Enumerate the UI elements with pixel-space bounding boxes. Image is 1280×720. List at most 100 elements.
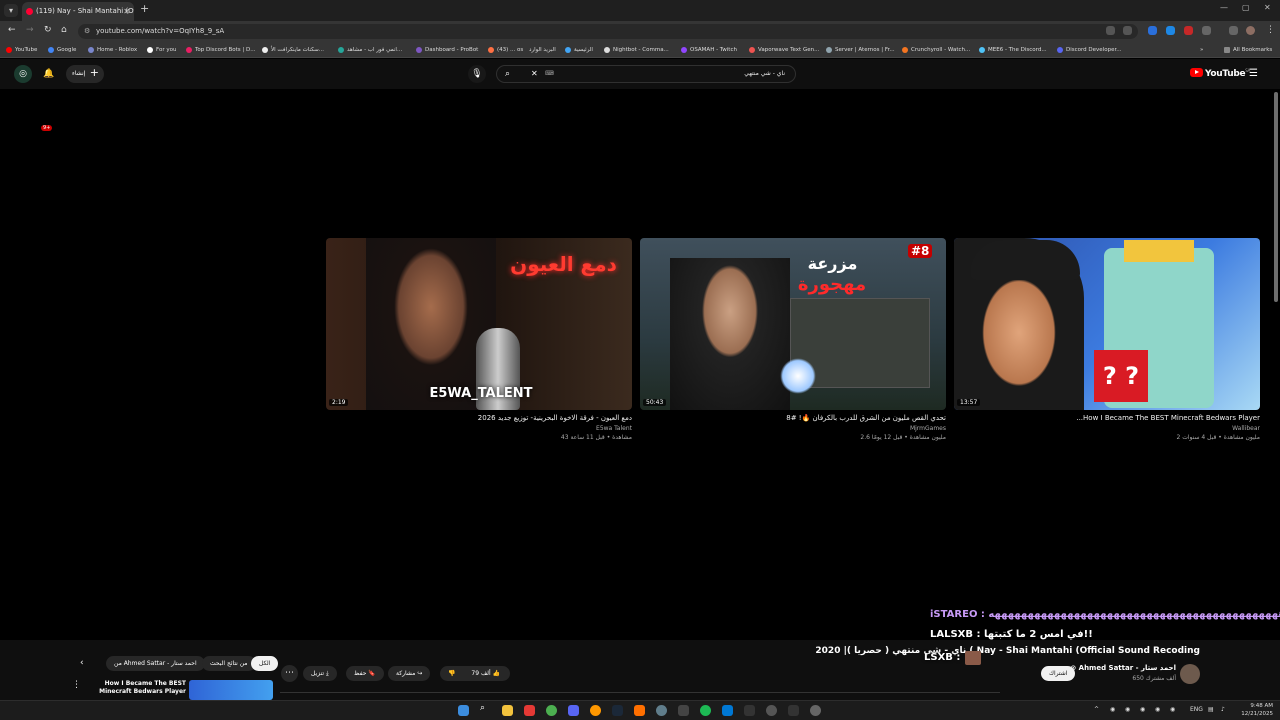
extension-icon[interactable] <box>1148 26 1157 35</box>
clock[interactable]: 9:48 AM 12/21/2025 <box>1233 702 1273 718</box>
voice-search-icon[interactable]: 🎙 <box>468 65 486 83</box>
start-icon[interactable] <box>458 705 469 716</box>
bookmark-item[interactable]: Dashboard - ProBot <box>416 44 478 56</box>
bookmark-overflow-button[interactable]: » <box>1200 44 1203 56</box>
video-card[interactable]: مزرعة مهجورة #8 50:43 تحدي القص مليون من… <box>640 238 946 441</box>
window-close-button[interactable]: ✕ <box>1264 3 1271 12</box>
site-info-icon[interactable]: ⚙ <box>84 24 90 39</box>
active-tab[interactable]: (119) Nay - Shai Mantahi (Offic ✕ <box>22 2 134 21</box>
steam-icon[interactable] <box>612 705 623 716</box>
app-icon[interactable] <box>634 705 645 716</box>
app-icon[interactable] <box>810 705 821 716</box>
youtube-logo[interactable]: YouTubeSA <box>1190 68 1250 79</box>
bookmark-item[interactable]: MEE6 - The Discord... <box>979 44 1047 56</box>
video-thumbnail[interactable]: دمع العيون E5WA_TALENT 2:19 <box>326 238 632 410</box>
app-icon[interactable] <box>678 705 689 716</box>
language-indicator[interactable]: ENG <box>1190 706 1203 713</box>
app-icon[interactable] <box>744 705 755 716</box>
bookmark-item[interactable]: Server | Aternos | Fr... <box>826 44 895 56</box>
like-icon[interactable]: 👍 <box>493 670 500 677</box>
extension-avatar-icon[interactable]: ◎ <box>14 65 32 83</box>
video-card[interactable]: ? ? 13:57 ...How I Became The BEST Minec… <box>954 238 1260 441</box>
minimize-button[interactable]: — <box>1220 3 1228 12</box>
page-scrollbar[interactable] <box>1274 92 1278 302</box>
volume-icon[interactable]: ♪ <box>1221 706 1225 713</box>
video-channel[interactable]: MjrmGames <box>640 425 946 432</box>
video-title[interactable]: تحدي القص مليون من الشرق للدرب بالكرفان … <box>640 414 946 422</box>
file-explorer-icon[interactable] <box>502 705 513 716</box>
back-icon[interactable]: ← <box>8 25 16 35</box>
bookmark-item[interactable]: Nightbot - Comma... <box>604 44 669 56</box>
create-button[interactable]: إنشاء + <box>66 65 104 83</box>
chevron-left-icon[interactable]: ‹ <box>80 658 84 668</box>
tray-app-icon[interactable]: ◉ <box>1125 706 1130 713</box>
tray-app-icon[interactable]: ◉ <box>1110 706 1115 713</box>
up-next-title[interactable]: How I Became The BEST Minecraft Bedwars … <box>98 680 186 696</box>
clear-search-icon[interactable]: ✕ <box>531 66 538 82</box>
tray-app-icon[interactable]: ◉ <box>1140 706 1145 713</box>
video-channel[interactable]: Wallibear <box>954 425 1260 432</box>
share-button[interactable]: مشاركة ↪ <box>388 666 431 681</box>
tray-app-icon[interactable]: ◉ <box>1170 706 1175 713</box>
up-next-thumbnail[interactable] <box>189 680 273 700</box>
video-card[interactable]: دمع العيون E5WA_TALENT 2:19 دمع العيون -… <box>326 238 632 441</box>
download-button[interactable]: تنزيل ⤓ <box>303 666 337 681</box>
reload-icon[interactable]: ↻ <box>44 25 52 35</box>
dislike-icon[interactable]: 👎 <box>448 670 455 677</box>
chip-search-results[interactable]: من نتائج البحث <box>202 656 256 671</box>
bookmark-item[interactable]: YouTube <box>6 44 37 56</box>
bookmark-item[interactable]: For you <box>147 44 176 56</box>
video-thumbnail[interactable]: مزرعة مهجورة #8 50:43 <box>640 238 946 410</box>
chip-all[interactable]: الكل <box>251 656 279 671</box>
tab-search-button[interactable]: ▾ <box>4 4 18 17</box>
chrome-icon[interactable] <box>546 705 557 716</box>
close-tab-icon[interactable]: ✕ <box>123 2 130 21</box>
app-icon[interactable] <box>656 705 667 716</box>
bookmark-item[interactable]: Google <box>48 44 76 56</box>
video-title[interactable]: دمع العيون - فرقة الاخوة البحرينية- توزي… <box>326 414 632 422</box>
bookmark-item[interactable]: سكنات ماينكرافت الأ... <box>262 44 324 56</box>
sidebar-icon[interactable] <box>1229 26 1238 35</box>
more-icon[interactable]: ⋮ <box>72 680 81 690</box>
tray-chevron-icon[interactable]: ^ <box>1094 706 1099 713</box>
discord-icon[interactable] <box>568 705 579 716</box>
save-button[interactable]: حفظ 🔖 <box>346 666 384 681</box>
extension-icon[interactable] <box>1184 26 1193 35</box>
guide-menu-icon[interactable]: ☰ <box>1249 68 1258 79</box>
channel-avatar[interactable] <box>1180 664 1200 684</box>
all-bookmarks-button[interactable]: All Bookmarks <box>1224 44 1272 56</box>
url-field[interactable]: ⚙ youtube.com/watch?v=OqIYh8_9_sA <box>78 24 1138 39</box>
search-input[interactable]: ⌕ ✕ ⌨ ناي - شي منتهي <box>496 65 796 83</box>
video-channel[interactable]: E5wa Talent <box>326 425 632 432</box>
menu-kebab-icon[interactable]: ⋮ <box>1266 25 1275 35</box>
new-tab-button[interactable]: + <box>140 2 149 15</box>
cast-icon[interactable] <box>1106 26 1115 35</box>
bookmark-item[interactable]: انمي فور اب - مشاهد... <box>338 44 402 56</box>
app-icon[interactable] <box>722 705 733 716</box>
video-title[interactable]: ...How I Became The BEST Minecraft Bedwa… <box>954 414 1260 422</box>
search-icon[interactable]: ⌕ <box>480 703 491 714</box>
tray-app-icon[interactable]: ◉ <box>1155 706 1160 713</box>
app-icon[interactable] <box>788 705 799 716</box>
bookmark-star-icon[interactable] <box>1123 26 1132 35</box>
bookmark-item[interactable]: الرئيسية <box>565 44 593 56</box>
search-icon[interactable]: ⌕ <box>505 66 510 82</box>
extensions-puzzle-icon[interactable] <box>1202 26 1211 35</box>
bookmark-item[interactable]: Home - Roblox <box>88 44 137 56</box>
bookmark-item[interactable]: Crunchyroll - Watch... <box>902 44 970 56</box>
bookmark-item[interactable]: OSAMAH - Twitch <box>681 44 737 56</box>
bookmark-item[interactable]: Discord Developer... <box>1057 44 1121 56</box>
network-icon[interactable]: ▤ <box>1208 706 1214 713</box>
maximize-button[interactable]: ▢ <box>1242 3 1250 12</box>
subscribe-button[interactable]: اشتراك <box>1041 666 1076 681</box>
home-icon[interactable]: ⌂ <box>61 25 67 35</box>
profile-avatar[interactable] <box>1246 26 1255 35</box>
spotify-icon[interactable] <box>700 705 711 716</box>
forward-icon[interactable]: → <box>26 25 34 35</box>
keyboard-icon[interactable]: ⌨ <box>545 66 554 82</box>
chip-channel[interactable]: من Ahmed Sattar - احمد ستار <box>106 656 205 671</box>
notifications-bell-icon[interactable]: 🔔 <box>40 65 58 83</box>
bookmark-item[interactable]: Top Discord Bots | D... <box>186 44 255 56</box>
bookmark-item[interactable]: Vaporwave Text Gen... <box>749 44 819 56</box>
app-icon[interactable] <box>524 705 535 716</box>
